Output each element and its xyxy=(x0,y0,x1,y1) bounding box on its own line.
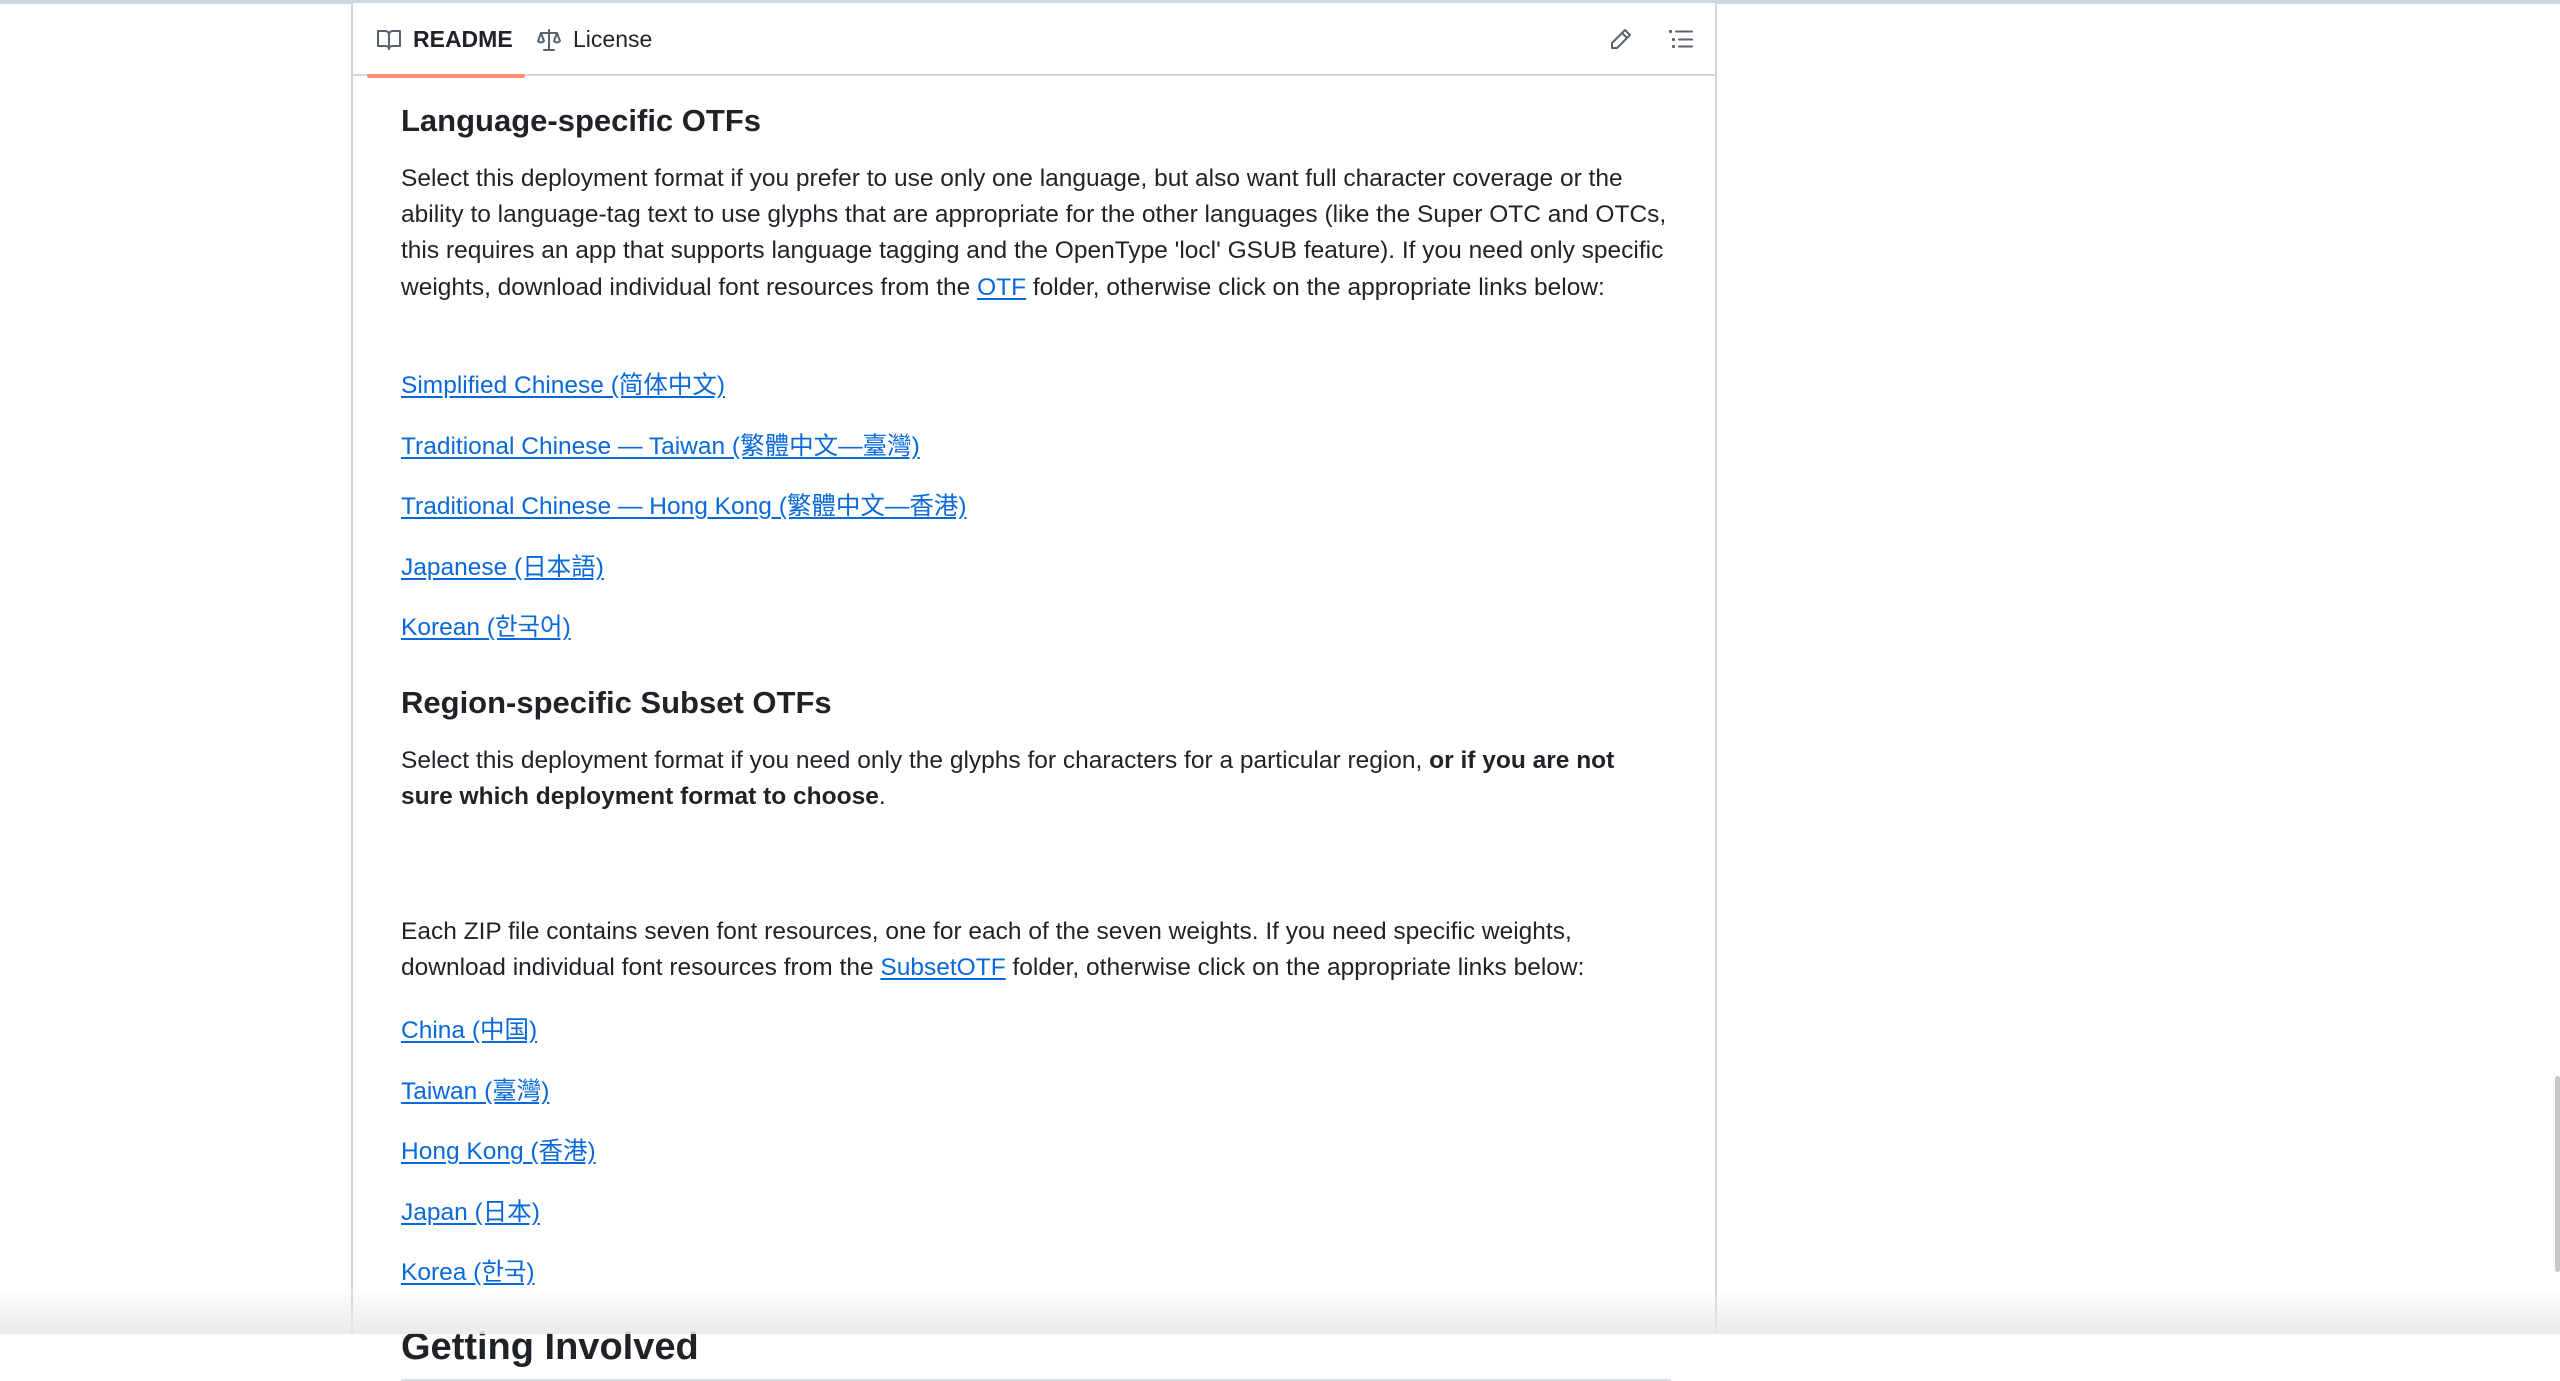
list-item: Taiwan (臺灣) xyxy=(401,1074,549,1110)
list-item: Traditional Chinese — Taiwan (繁體中文—臺灣) xyxy=(401,429,920,465)
scale-icon xyxy=(537,29,561,51)
tab-license-label: License xyxy=(573,26,652,53)
link-china[interactable]: China (中国) xyxy=(401,1017,537,1044)
list-item: Japanese (日本語) xyxy=(401,550,604,586)
outline-button[interactable] xyxy=(1663,23,1699,59)
list-item: Korea (한국) xyxy=(401,1255,535,1291)
link-korean[interactable]: Korean (한국어) xyxy=(401,614,571,641)
paragraph-text: . xyxy=(879,783,886,810)
paragraph-language-otfs: Select this deployment format if you pre… xyxy=(401,161,1671,306)
list-item: Hong Kong (香港) xyxy=(401,1134,596,1170)
list-item: Simplified Chinese (简体中文) xyxy=(401,368,725,404)
list-icon xyxy=(1669,29,1693,54)
paragraph-text: folder, otherwise click on the appropria… xyxy=(1006,954,1585,981)
link-simplified-chinese[interactable]: Simplified Chinese (简体中文) xyxy=(401,372,725,399)
edit-file-button[interactable] xyxy=(1603,23,1639,59)
tab-license[interactable]: License xyxy=(537,3,652,76)
paragraph-region-otfs: Select this deployment format if you nee… xyxy=(401,743,1671,815)
link-japan[interactable]: Japan (日本) xyxy=(401,1199,540,1226)
list-item: Traditional Chinese — Hong Kong (繁體中文—香港… xyxy=(401,489,967,525)
link-traditional-chinese-taiwan[interactable]: Traditional Chinese — Taiwan (繁體中文—臺灣) xyxy=(401,433,920,460)
list-item: China (中国) xyxy=(401,1013,537,1049)
book-icon xyxy=(377,29,401,51)
link-taiwan[interactable]: Taiwan (臺灣) xyxy=(401,1078,549,1105)
readme-header: README License xyxy=(353,3,1715,76)
subsetotf-folder-link[interactable]: SubsetOTF xyxy=(880,954,1005,981)
link-japanese[interactable]: Japanese (日本語) xyxy=(401,554,604,581)
paragraph-text: folder, otherwise click on the appropria… xyxy=(1026,274,1605,301)
otf-folder-link[interactable]: OTF xyxy=(977,274,1026,301)
list-item: Japan (日本) xyxy=(401,1195,540,1231)
pencil-icon xyxy=(1610,28,1632,55)
scrollbar-thumb[interactable] xyxy=(2555,1076,2560,1272)
heading-getting-involved: Getting Involved xyxy=(401,1325,699,1371)
heading-region-specific-subset-otfs: Region-specific Subset OTFs xyxy=(401,684,832,721)
paragraph-text: Select this deployment format if you nee… xyxy=(401,747,1429,774)
link-korea[interactable]: Korea (한국) xyxy=(401,1259,535,1286)
tab-readme-label: README xyxy=(413,26,513,53)
paragraph-zip-files: Each ZIP file contains seven font resour… xyxy=(401,914,1671,986)
link-hong-kong[interactable]: Hong Kong (香港) xyxy=(401,1138,596,1165)
tab-readme[interactable]: README xyxy=(377,3,513,76)
readme-panel: README License xyxy=(351,3,1717,1334)
link-traditional-chinese-hong-kong[interactable]: Traditional Chinese — Hong Kong (繁體中文—香港… xyxy=(401,493,967,520)
heading-language-specific-otfs: Language-specific OTFs xyxy=(401,102,761,139)
list-item: Korean (한국어) xyxy=(401,610,571,646)
